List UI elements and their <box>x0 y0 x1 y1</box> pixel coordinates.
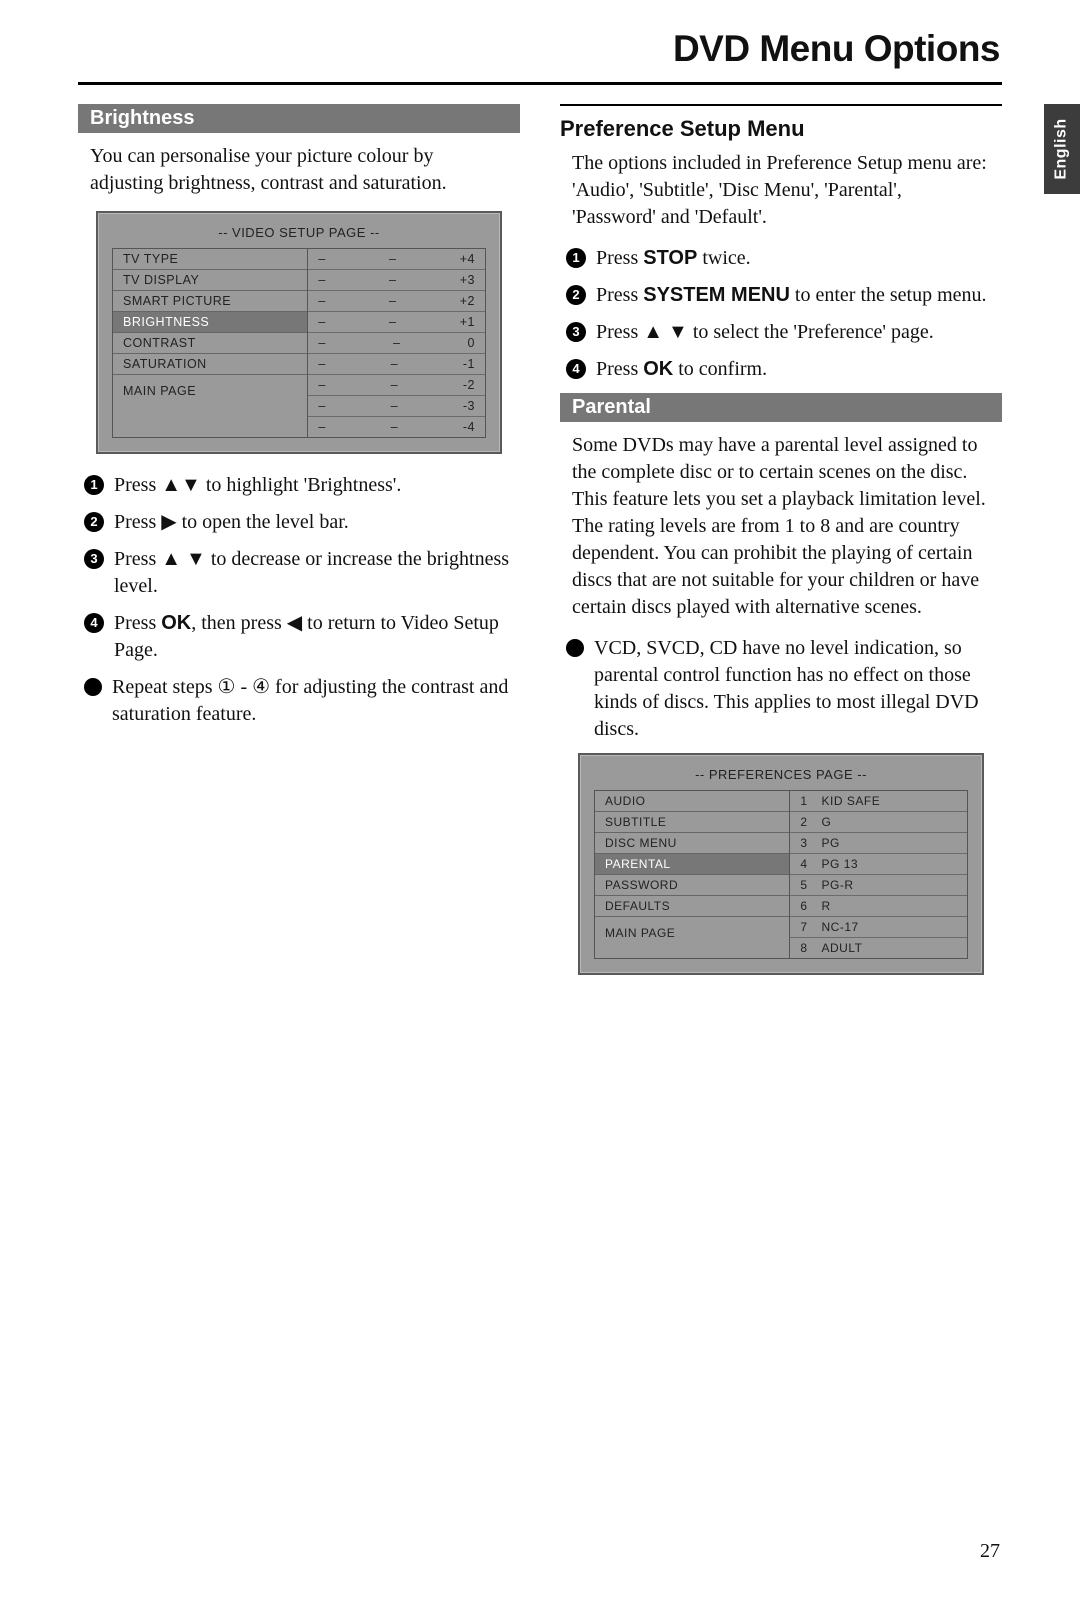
osd-value-row: ––-3 <box>308 396 485 417</box>
osd-values: ––+4––+3––+2––+1––0––-1––-2––-3––-4 <box>307 248 486 438</box>
osd-main-page: MAIN PAGE <box>113 381 307 401</box>
osd-menu-item: SMART PICTURE <box>113 291 307 312</box>
title-rule <box>78 82 1002 85</box>
right-column-rule <box>560 104 1002 106</box>
step-text: Press ▲ ▼ to decrease or increase the br… <box>114 546 520 600</box>
step-item: 2 Press ▶ to open the level bar. <box>84 509 520 536</box>
osd-menu-item: DISC MENU <box>595 833 789 854</box>
osd-value-row: ––+2 <box>308 291 485 312</box>
osd-menu-items: TV TYPETV DISPLAYSMART PICTUREBRIGHTNESS… <box>112 248 307 438</box>
preferences-osd: -- PREFERENCES PAGE -- AUDIOSUBTITLEDISC… <box>578 753 984 975</box>
osd-value-row: 2G <box>790 812 967 833</box>
step-number-badge: 3 <box>566 322 586 342</box>
page-number: 27 <box>980 1540 1000 1563</box>
osd-value-row: 4PG 13 <box>790 854 967 875</box>
step-item: 4 Press OK to confirm. <box>566 356 1002 383</box>
osd-menu-item: SATURATION <box>113 354 307 375</box>
osd-menu-item: PARENTAL <box>595 854 789 875</box>
step-text: Press STOP twice. <box>596 245 1002 272</box>
parental-header: Parental <box>560 393 1002 422</box>
step-item: Repeat steps ① - ④ for adjusting the con… <box>84 674 520 728</box>
osd-menu-item: DEFAULTS <box>595 896 789 917</box>
osd-value-row: 7NC-17 <box>790 917 967 938</box>
osd-value-row: 8ADULT <box>790 938 967 958</box>
osd2-values: 1KID SAFE2G3PG4PG 135PG-R6R7NC-178ADULT <box>789 790 968 959</box>
parental-text: Some DVDs may have a parental level assi… <box>560 432 1002 621</box>
osd-value-row: ––-1 <box>308 354 485 375</box>
language-tab-label: English <box>1053 118 1071 179</box>
step-number-badge: 4 <box>566 359 586 379</box>
osd-value-row: 1KID SAFE <box>790 791 967 812</box>
content-columns: Brightness You can personalise your pict… <box>78 104 1002 993</box>
step-item: 3 Press ▲ ▼ to decrease or increase the b… <box>84 546 520 600</box>
osd-menu-item: BRIGHTNESS <box>113 312 307 333</box>
right-column: Preference Setup Menu The options includ… <box>560 104 1002 993</box>
brightness-steps: 1 Press ▲▼ to highlight 'Brightness'. 2 Pre… <box>78 472 520 728</box>
step-text: Press ▲ ▼ to select the 'Preference' pag… <box>596 319 1002 346</box>
osd-value-row: 5PG-R <box>790 875 967 896</box>
parental-note: VCD, SVCD, CD have no level indication, … <box>560 635 1002 743</box>
osd-value-row: ––+4 <box>308 249 485 270</box>
step-text: Press ▶ to open the level bar. <box>114 509 520 536</box>
step-text: VCD, SVCD, CD have no level indication, … <box>594 635 1002 743</box>
osd-menu-item: TV TYPE <box>113 249 307 270</box>
osd-menu-item: SUBTITLE <box>595 812 789 833</box>
step-number-badge: 1 <box>84 475 104 495</box>
osd-value-row: 6R <box>790 896 967 917</box>
preference-setup-title: Preference Setup Menu <box>560 116 1002 142</box>
preference-steps: 1 Press STOP twice. 2 Press SYSTEM MENU to … <box>560 245 1002 383</box>
osd-menu-item: CONTRAST <box>113 333 307 354</box>
osd-value-row: ––-2 <box>308 375 485 396</box>
brightness-intro: You can personalise your picture colour … <box>78 143 520 197</box>
step-text: Press OK, then press ◀ to return to Vide… <box>114 610 520 664</box>
step-item: VCD, SVCD, CD have no level indication, … <box>566 635 1002 743</box>
step-text: Repeat steps ① - ④ for adjusting the con… <box>112 674 520 728</box>
page-title: DVD Menu Options <box>673 28 1000 70</box>
step-item: 2 Press SYSTEM MENU to enter the setup me… <box>566 282 1002 309</box>
bullet-icon <box>566 639 584 657</box>
step-text: Press OK to confirm. <box>596 356 1002 383</box>
osd-value-row: ––+1 <box>308 312 485 333</box>
osd-value-row: ––+3 <box>308 270 485 291</box>
step-number-badge: 4 <box>84 613 104 633</box>
bullet-icon <box>84 678 102 696</box>
osd-title: -- VIDEO SETUP PAGE -- <box>112 223 486 248</box>
osd-value-row: ––0 <box>308 333 485 354</box>
step-item: 1 Press ▲▼ to highlight 'Brightness'. <box>84 472 520 499</box>
osd-main-page: MAIN PAGE <box>595 923 789 943</box>
preference-intro: The options included in Preference Setup… <box>560 150 1002 231</box>
step-item: 1 Press STOP twice. <box>566 245 1002 272</box>
osd-menu-item: TV DISPLAY <box>113 270 307 291</box>
step-item: 3 Press ▲ ▼ to select the 'Preference' pa… <box>566 319 1002 346</box>
step-text: Press ▲▼ to highlight 'Brightness'. <box>114 472 520 499</box>
step-number-badge: 2 <box>84 512 104 532</box>
language-tab: English <box>1044 104 1080 194</box>
left-column: Brightness You can personalise your pict… <box>78 104 520 993</box>
osd-value-row: 3PG <box>790 833 967 854</box>
osd-menu-item: PASSWORD <box>595 875 789 896</box>
step-number-badge: 3 <box>84 549 104 569</box>
osd-menu-item: AUDIO <box>595 791 789 812</box>
brightness-header: Brightness <box>78 104 520 133</box>
osd2-title: -- PREFERENCES PAGE -- <box>594 765 968 790</box>
step-text: Press SYSTEM MENU to enter the setup men… <box>596 282 1002 309</box>
step-number-badge: 2 <box>566 285 586 305</box>
step-number-badge: 1 <box>566 248 586 268</box>
step-item: 4 Press OK, then press ◀ to return to Vid… <box>84 610 520 664</box>
video-setup-osd: -- VIDEO SETUP PAGE -- TV TYPETV DISPLAY… <box>96 211 502 454</box>
osd-value-row: ––-4 <box>308 417 485 437</box>
osd2-menu-items: AUDIOSUBTITLEDISC MENUPARENTALPASSWORDDE… <box>594 790 789 959</box>
